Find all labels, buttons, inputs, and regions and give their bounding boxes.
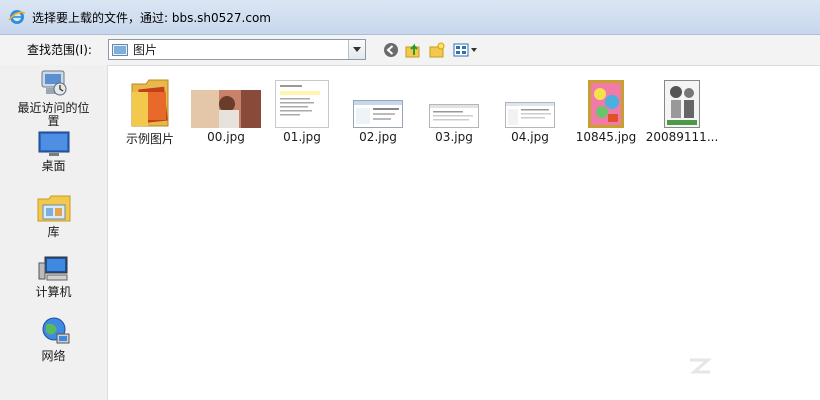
recent-places-icon	[41, 70, 66, 96]
painting-thumbnail-icon	[588, 80, 624, 128]
watermark-icon	[689, 358, 713, 374]
photo-thumbnail-icon	[191, 90, 261, 128]
lookin-label: 查找范围(I):	[27, 43, 92, 57]
new-folder-button[interactable]	[428, 41, 446, 59]
place-recent[interactable]: 最近访问的位置	[0, 69, 107, 128]
libraries-icon	[37, 195, 70, 222]
network-icon	[42, 317, 69, 344]
window-title: 选择要上载的文件，通过: bbs.sh0527.com	[32, 10, 271, 25]
lookin-combo[interactable]: 图片	[108, 39, 366, 60]
folder-small-icon	[112, 43, 128, 56]
file-name: 03.jpg	[435, 130, 473, 144]
place-label: 桌面	[41, 159, 66, 173]
place-network[interactable]: 网络	[0, 317, 107, 363]
file-name: 04.jpg	[511, 130, 549, 144]
file-pane[interactable]: 示例图片 00.jpg 01.jpg 02.jpg 03.jpg 04.jpg …	[107, 65, 820, 400]
new-folder-icon	[429, 42, 445, 58]
up-folder-icon	[405, 43, 420, 58]
places-bar: 最近访问的位置 桌面 库 计算机 网络	[0, 65, 107, 400]
chevron-down-icon[interactable]	[348, 40, 365, 59]
place-label: 计算机	[35, 285, 72, 299]
document-thumbnail-icon	[275, 80, 329, 128]
title-bar: 选择要上载的文件，通过: bbs.sh0527.com	[0, 0, 820, 35]
view-menu-icon	[453, 43, 477, 57]
back-button[interactable]	[382, 41, 400, 59]
file-name: 20089111...	[645, 130, 719, 144]
screenshot-thumbnail-icon	[353, 100, 403, 128]
back-icon	[384, 43, 398, 57]
desktop-icon	[38, 131, 69, 156]
computer-icon	[38, 256, 67, 281]
lookin-value: 图片	[133, 43, 158, 57]
place-desktop[interactable]: 桌面	[0, 131, 107, 173]
place-label: 库	[47, 225, 60, 239]
place-label: 最近访问的位置	[17, 101, 90, 128]
file-name: 02.jpg	[359, 130, 397, 144]
up-folder-button[interactable]	[404, 41, 422, 59]
place-label: 网络	[41, 349, 66, 363]
screenshot-thumbnail-icon	[505, 102, 555, 128]
sketch-thumbnail-icon	[664, 80, 700, 128]
ie-icon	[8, 10, 26, 24]
toolbar: 查找范围(I): 图片	[0, 35, 820, 65]
file-name: 00.jpg	[207, 130, 245, 144]
place-libraries[interactable]: 库	[0, 193, 107, 239]
view-menu-button[interactable]	[452, 41, 480, 59]
file-name: 10845.jpg	[575, 130, 637, 144]
file-name: 示例图片	[125, 132, 174, 146]
screenshot-thumbnail-icon	[429, 104, 479, 128]
place-computer[interactable]: 计算机	[0, 255, 107, 299]
file-name: 01.jpg	[283, 130, 321, 144]
folder-icon	[131, 79, 169, 127]
